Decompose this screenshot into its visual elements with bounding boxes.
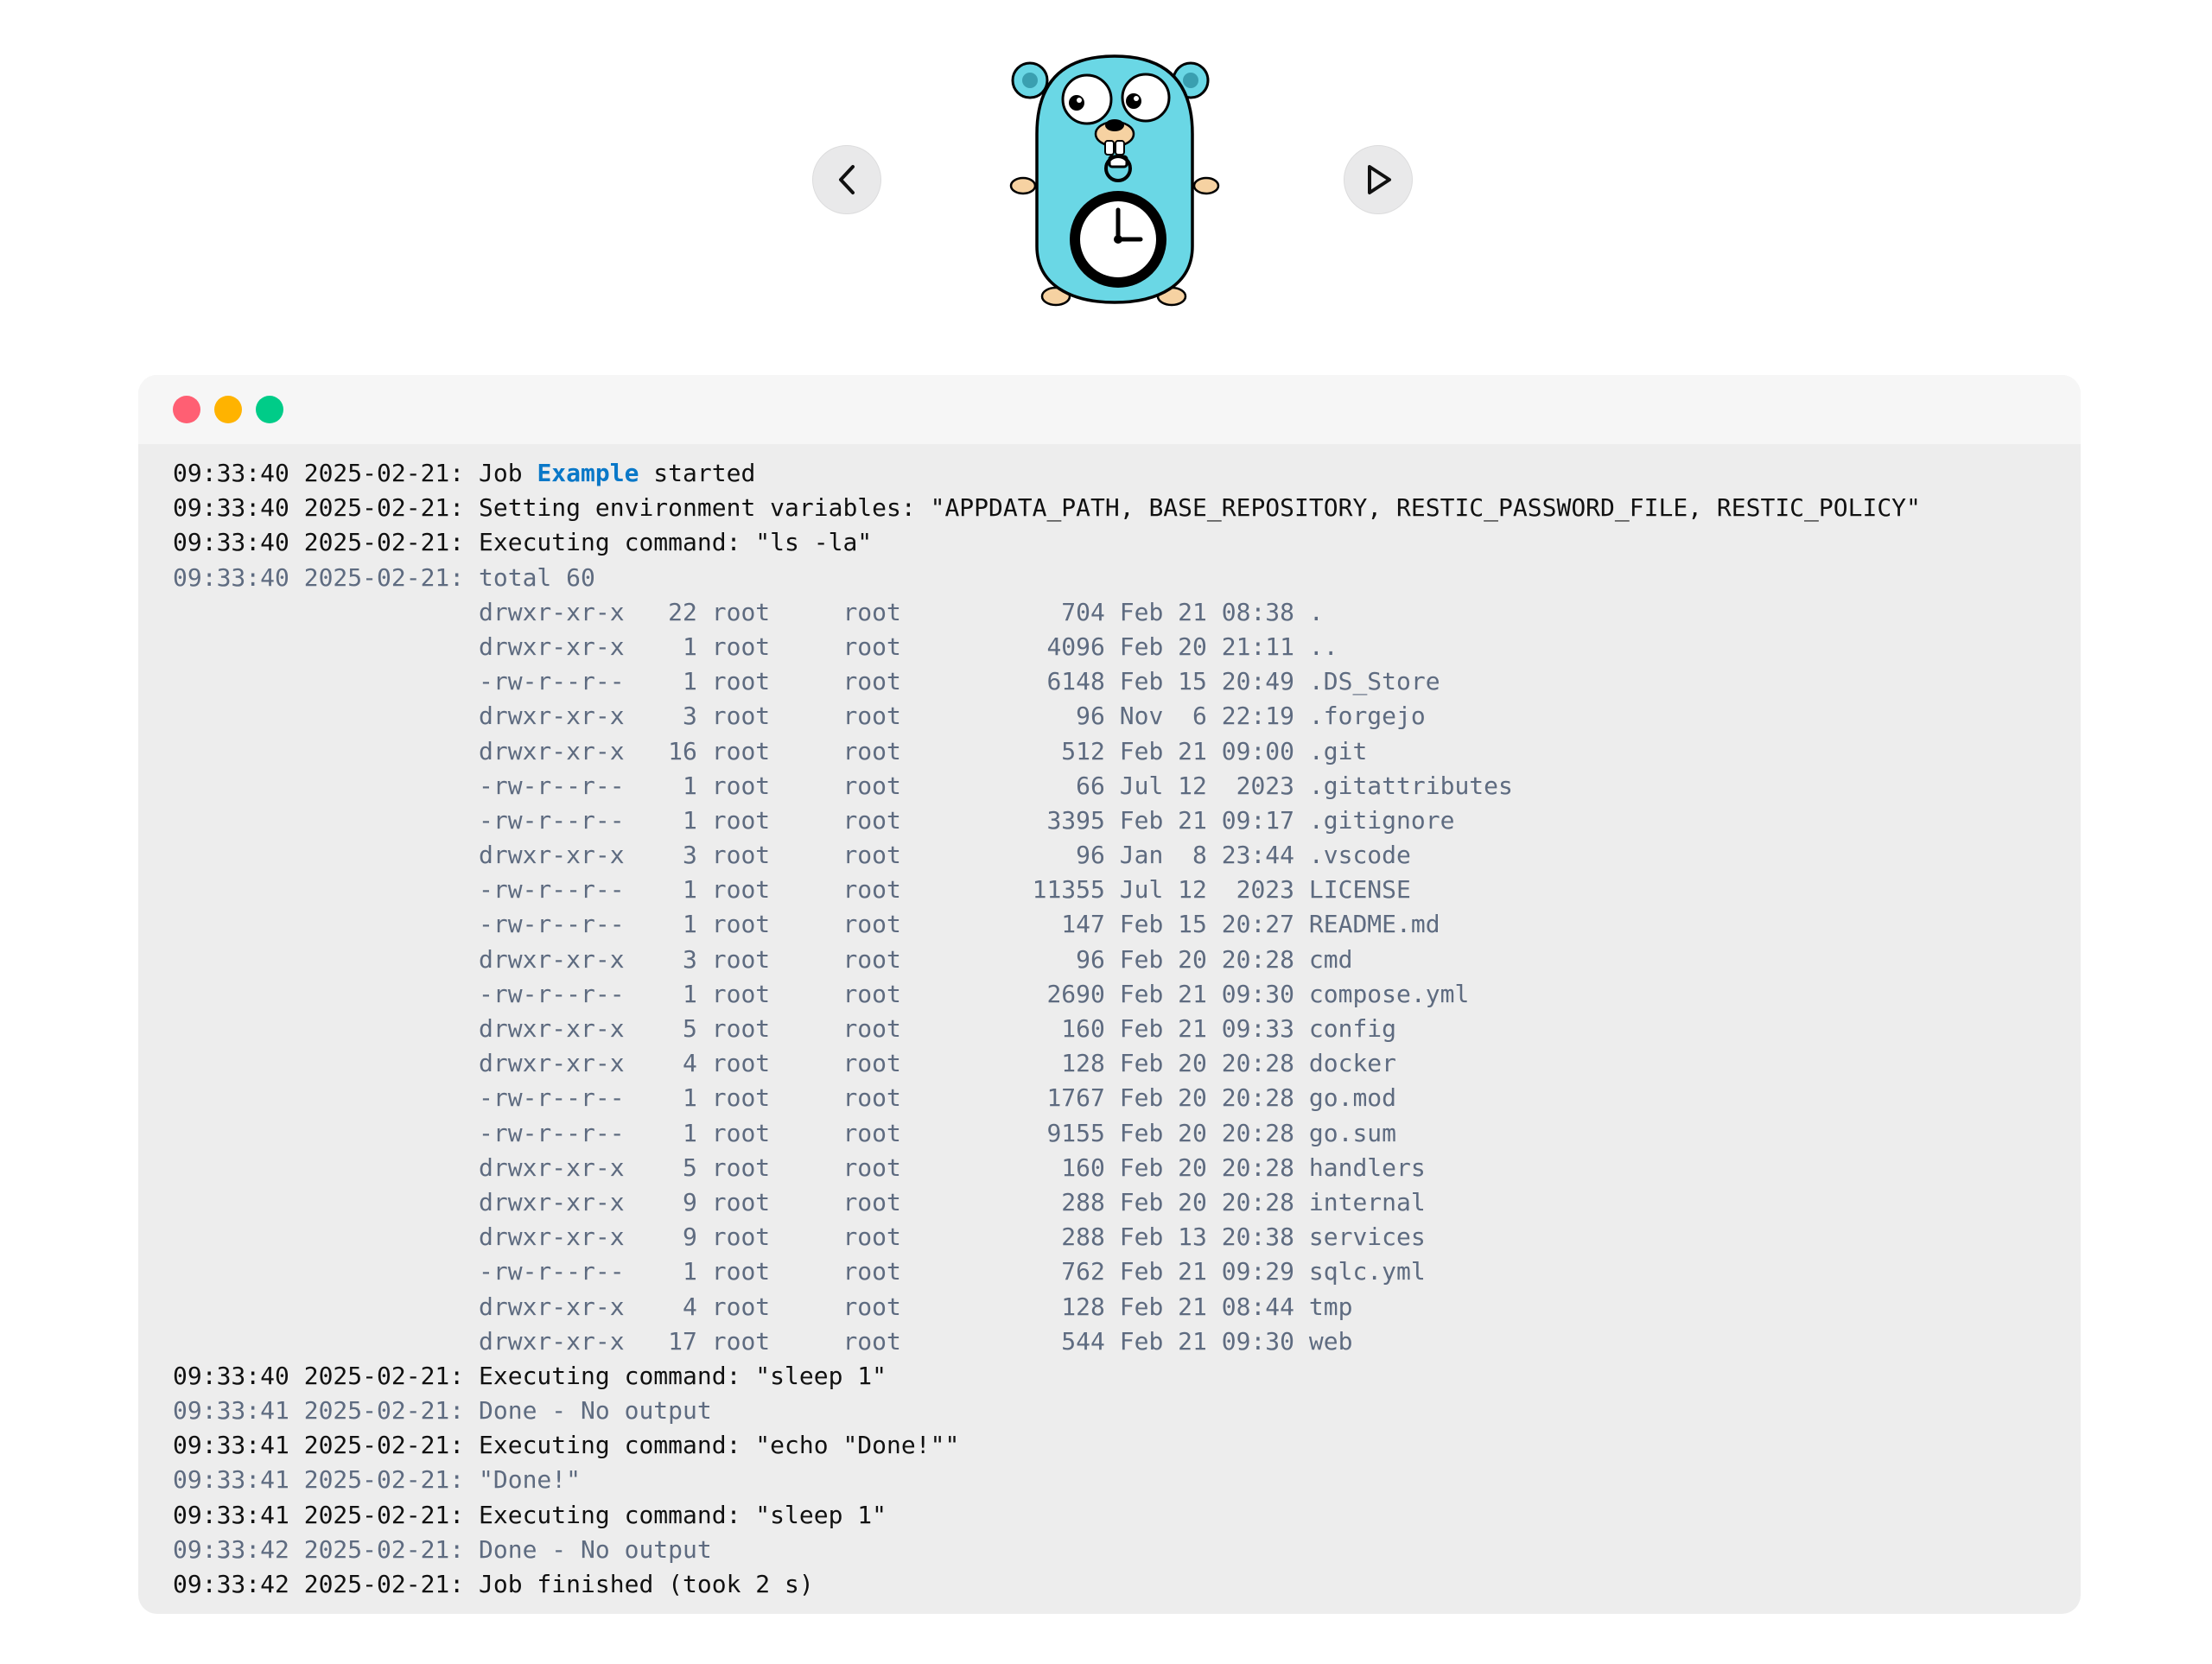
log-line: 09:33:40 2025-02-21: Setting environment… [173,491,2081,525]
terminal-output: 09:33:40 2025-02-21: Job Example started… [138,444,2081,1602]
log-text: -rw-r--r-- 1 root root 11355 Jul 12 2023… [173,875,1411,905]
log-line: -rw-r--r-- 1 root root 11355 Jul 12 2023… [173,873,2081,907]
log-line: drwxr-xr-x 4 root root 128 Feb 20 20:28 … [173,1046,2081,1081]
log-text: -rw-r--r-- 1 root root 66 Jul 12 2023 .g… [173,771,1513,800]
log-line: 09:33:42 2025-02-21: Job finished (took … [173,1567,2081,1602]
log-text: drwxr-xr-x 9 root root 288 Feb 20 20:28 … [173,1187,1426,1216]
log-line: -rw-r--r-- 1 root root 9155 Feb 20 20:28… [173,1116,2081,1151]
log-text: 09:33:41 2025-02-21: Executing command: … [173,1500,887,1529]
log-line: -rw-r--r-- 1 root root 6148 Feb 15 20:49… [173,664,2081,699]
log-text: drwxr-xr-x 16 root root 512 Feb 21 09:00… [173,736,1368,765]
log-text: drwxr-xr-x 5 root root 160 Feb 20 20:28 … [173,1153,1426,1182]
log-text: 09:33:40 2025-02-21: Executing command: … [173,1361,887,1390]
log-text: -rw-r--r-- 1 root root 762 Feb 21 09:29 … [173,1257,1426,1286]
log-line: drwxr-xr-x 3 root root 96 Nov 6 22:19 .f… [173,699,2081,734]
job-name-link[interactable]: Example [537,459,639,487]
chevron-left-icon [839,165,855,194]
log-text: -rw-r--r-- 1 root root 1767 Feb 20 20:28… [173,1083,1397,1113]
log-text: 09:33:40 2025-02-21: Setting environment… [173,493,1921,523]
log-line: -rw-r--r-- 1 root root 1767 Feb 20 20:28… [173,1081,2081,1115]
terminal-window: 09:33:40 2025-02-21: Job Example started… [138,375,2081,1614]
log-line: 09:33:40 2025-02-21: Executing command: … [173,1359,2081,1394]
log-line: drwxr-xr-x 5 root root 160 Feb 21 09:33 … [173,1012,2081,1046]
log-line: drwxr-xr-x 1 root root 4096 Feb 20 21:11… [173,630,2081,664]
log-text: drwxr-xr-x 3 root root 96 Nov 6 22:19 .f… [173,702,1426,731]
log-text: 09:33:40 2025-02-21: Executing command: … [173,528,873,557]
log-line: 09:33:41 2025-02-21: Executing command: … [173,1428,2081,1463]
log-text: drwxr-xr-x 17 root root 544 Feb 21 09:30… [173,1326,1353,1356]
log-line: drwxr-xr-x 9 root root 288 Feb 13 20:38 … [173,1220,2081,1254]
log-line: drwxr-xr-x 17 root root 544 Feb 21 09:30… [173,1324,2081,1359]
log-line: -rw-r--r-- 1 root root 762 Feb 21 09:29 … [173,1254,2081,1289]
log-text: -rw-r--r-- 1 root root 3395 Feb 21 09:17… [173,805,1455,835]
log-line: drwxr-xr-x 16 root root 512 Feb 21 09:00… [173,734,2081,769]
log-text: drwxr-xr-x 4 root root 128 Feb 21 08:44 … [173,1292,1353,1321]
log-text: -rw-r--r-- 1 root root 6148 Feb 15 20:49… [173,667,1440,696]
log-line: 09:33:42 2025-02-21: Done - No output [173,1533,2081,1567]
log-line: -rw-r--r-- 1 root root 66 Jul 12 2023 .g… [173,769,2081,803]
log-line: -rw-r--r-- 1 root root 2690 Feb 21 09:30… [173,977,2081,1012]
log-text: drwxr-xr-x 3 root root 96 Jan 8 23:44 .v… [173,841,1411,870]
log-text: drwxr-xr-x 9 root root 288 Feb 13 20:38 … [173,1223,1426,1252]
log-text: 09:33:41 2025-02-21: Executing command: … [173,1431,960,1460]
log-text: -rw-r--r-- 1 root root 9155 Feb 20 20:28… [173,1118,1397,1147]
minimize-window-button[interactable] [214,396,242,423]
log-text: drwxr-xr-x 22 root root 704 Feb 21 08:38… [173,597,1324,626]
log-line: drwxr-xr-x 4 root root 128 Feb 21 08:44 … [173,1290,2081,1324]
gopher-stopwatch-logo [1009,54,1220,307]
log-line: -rw-r--r-- 1 root root 147 Feb 15 20:27 … [173,907,2081,942]
log-text: 09:33:41 2025-02-21: Done - No output [173,1396,712,1426]
play-button[interactable] [1344,145,1413,214]
log-line: 09:33:40 2025-02-21: total 60 [173,561,2081,595]
log-text: -rw-r--r-- 1 root root 2690 Feb 21 09:30… [173,979,1470,1008]
previous-button[interactable] [812,145,881,214]
close-window-button[interactable] [173,396,200,423]
log-text: 09:33:42 2025-02-21: Job finished (took … [173,1570,814,1598]
header-area [0,0,2212,346]
log-text: 09:33:41 2025-02-21: "Done!" [173,1465,582,1495]
log-text: drwxr-xr-x 4 root root 128 Feb 20 20:28 … [173,1049,1397,1078]
log-line: 09:33:41 2025-02-21: Done - No output [173,1394,2081,1428]
log-text: 09:33:42 2025-02-21: Done - No output [173,1534,712,1564]
log-line: 09:33:41 2025-02-21: "Done!" [173,1463,2081,1497]
log-line: 09:33:40 2025-02-21: Executing command: … [173,525,2081,560]
log-line: -rw-r--r-- 1 root root 3395 Feb 21 09:17… [173,803,2081,838]
log-text: 09:33:40 2025-02-21: total 60 [173,562,595,592]
log-line: drwxr-xr-x 22 root root 704 Feb 21 08:38… [173,595,2081,630]
log-line: drwxr-xr-x 3 root root 96 Feb 20 20:28 c… [173,943,2081,977]
log-text: 09:33:40 2025-02-21: Job [173,459,537,487]
terminal-titlebar [138,375,2081,444]
log-line: drwxr-xr-x 3 root root 96 Jan 8 23:44 .v… [173,838,2081,873]
log-line: drwxr-xr-x 5 root root 160 Feb 20 20:28 … [173,1151,2081,1185]
log-text: started [639,459,756,487]
log-text: drwxr-xr-x 5 root root 160 Feb 21 09:33 … [173,1014,1397,1043]
log-text: drwxr-xr-x 1 root root 4096 Feb 20 21:11… [173,632,1338,661]
log-line: 09:33:40 2025-02-21: Job Example started [173,456,2081,491]
log-line: 09:33:41 2025-02-21: Executing command: … [173,1498,2081,1533]
log-text: drwxr-xr-x 3 root root 96 Feb 20 20:28 c… [173,944,1353,974]
log-text: -rw-r--r-- 1 root root 147 Feb 15 20:27 … [173,910,1440,939]
play-icon [1368,165,1391,194]
log-line: drwxr-xr-x 9 root root 288 Feb 20 20:28 … [173,1185,2081,1220]
maximize-window-button[interactable] [256,396,283,423]
